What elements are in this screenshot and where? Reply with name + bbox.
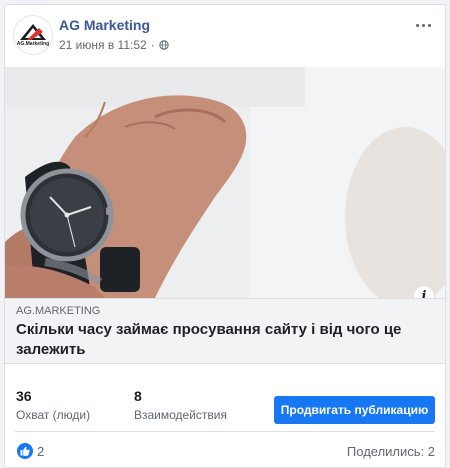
wristwatch-photo [5,67,445,298]
post-insights: 36 Охват (люди) 8 Взаимодействия Продвиг… [5,384,445,426]
page-name-link[interactable]: AG Marketing [59,17,150,33]
link-domain: AG.MARKETING [16,305,101,317]
like-count[interactable]: 2 [37,444,44,459]
post-timestamp[interactable]: 21 июня в 11:52 [59,38,147,52]
ag-logo-icon [20,24,46,40]
reach-value: 36 [16,388,32,404]
post-card: AG.Marketing AG Marketing 21 июня в 11:5… [4,4,446,468]
post-header: AG.Marketing AG Marketing 21 июня в 11:5… [5,5,445,67]
reach-label: Охват (люди) [16,408,91,422]
shares-count[interactable]: Поделились: 2 [347,444,435,459]
avatar-logo-text: AG.Marketing [16,41,50,47]
promote-post-button[interactable]: Продвигать публикацию [274,396,435,424]
meta-separator: · [150,38,155,52]
like-icon[interactable] [17,443,33,459]
engagement-stat: 8 Взаимодействия [134,388,227,422]
engagement-value: 8 [134,388,142,404]
globe-icon [159,40,169,50]
more-options-icon[interactable] [411,15,435,35]
reactions-bar: 2 Поделились: 2 [5,433,445,467]
post-meta: 21 июня в 11:52 · [59,38,169,52]
engagement-label: Взаимодействия [134,408,227,422]
reach-stat: 36 Охват (люди) [16,388,90,422]
link-title: Скільки часу займає просування сайту і в… [16,321,402,358]
link-preview-image[interactable]: i [5,67,445,298]
link-preview[interactable]: AG.MARKETING Скільки часу займає просува… [5,298,445,364]
divider [15,431,435,432]
thumbs-up-icon [20,446,30,456]
page-avatar[interactable]: AG.Marketing [13,15,53,55]
